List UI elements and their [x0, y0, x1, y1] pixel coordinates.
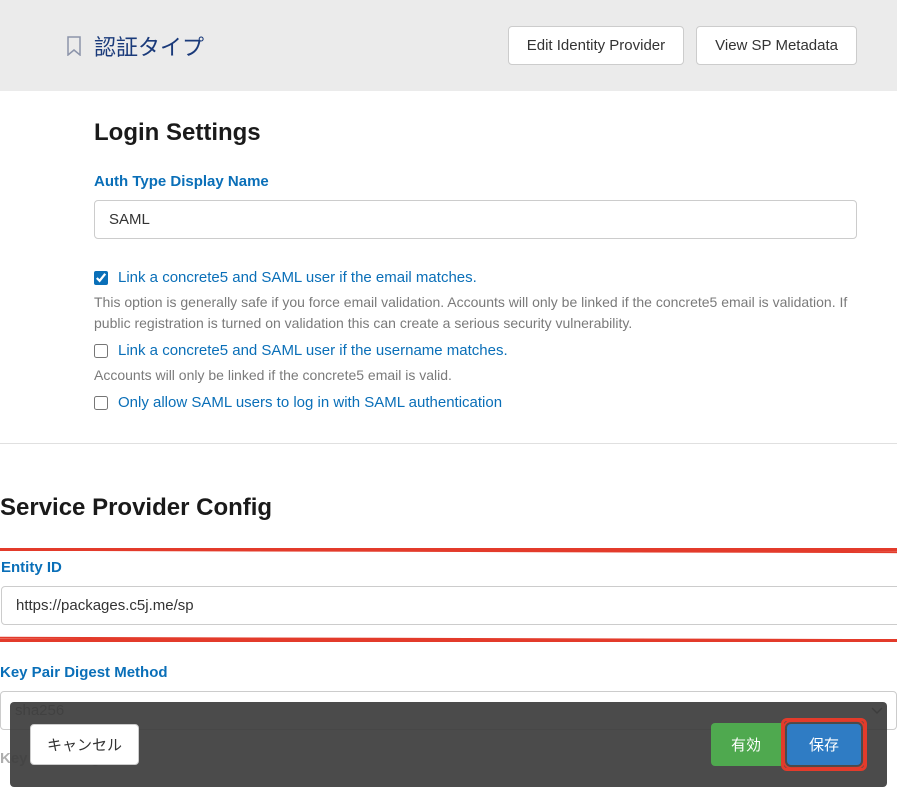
only-saml-label[interactable]: Only allow SAML users to log in with SAM…: [118, 394, 502, 411]
page-header: 認証タイプ Edit Identity Provider View SP Met…: [0, 0, 897, 91]
display-name-label: Auth Type Display Name: [94, 173, 857, 190]
bookmark-icon: [66, 36, 82, 56]
link-username-row: Link a concrete5 and SAML user if the us…: [94, 342, 857, 359]
login-settings-title: Login Settings: [94, 119, 857, 147]
only-saml-row: Only allow SAML users to log in with SAM…: [94, 394, 857, 411]
entity-id-label: Entity ID: [1, 559, 897, 576]
save-highlight: 保存: [781, 718, 867, 771]
link-email-label[interactable]: Link a concrete5 and SAML user if the em…: [118, 269, 477, 286]
link-email-row: Link a concrete5 and SAML user if the em…: [94, 269, 857, 286]
link-email-help: This option is generally safe if you for…: [94, 292, 857, 334]
header-left: 認証タイプ: [66, 30, 204, 62]
display-name-field: Auth Type Display Name: [94, 173, 857, 239]
display-name-input[interactable]: [94, 200, 857, 239]
cancel-button[interactable]: キャンセル: [30, 724, 139, 765]
link-username-checkbox[interactable]: [94, 344, 108, 358]
enable-button[interactable]: 有効: [711, 723, 781, 766]
footer-bar: キャンセル 有効 保存: [10, 702, 887, 787]
entity-id-input[interactable]: [1, 586, 897, 625]
view-sp-metadata-button[interactable]: View SP Metadata: [696, 26, 857, 65]
sp-config-title: Service Provider Config: [0, 494, 897, 522]
link-email-checkbox[interactable]: [94, 271, 108, 285]
digest-label: Key Pair Digest Method: [0, 664, 897, 681]
footer-right: 有効 保存: [711, 718, 867, 771]
header-buttons: Edit Identity Provider View SP Metadata: [508, 26, 857, 65]
link-username-label[interactable]: Link a concrete5 and SAML user if the us…: [118, 342, 508, 359]
entity-id-highlight: Entity ID: [0, 548, 897, 642]
content: Login Settings Auth Type Display Name Li…: [0, 91, 897, 411]
link-username-help: Accounts will only be linked if the conc…: [94, 365, 857, 386]
edit-identity-provider-button[interactable]: Edit Identity Provider: [508, 26, 684, 65]
only-saml-checkbox[interactable]: [94, 396, 108, 410]
page-title: 認証タイプ: [94, 30, 204, 62]
save-button[interactable]: 保存: [787, 724, 861, 765]
